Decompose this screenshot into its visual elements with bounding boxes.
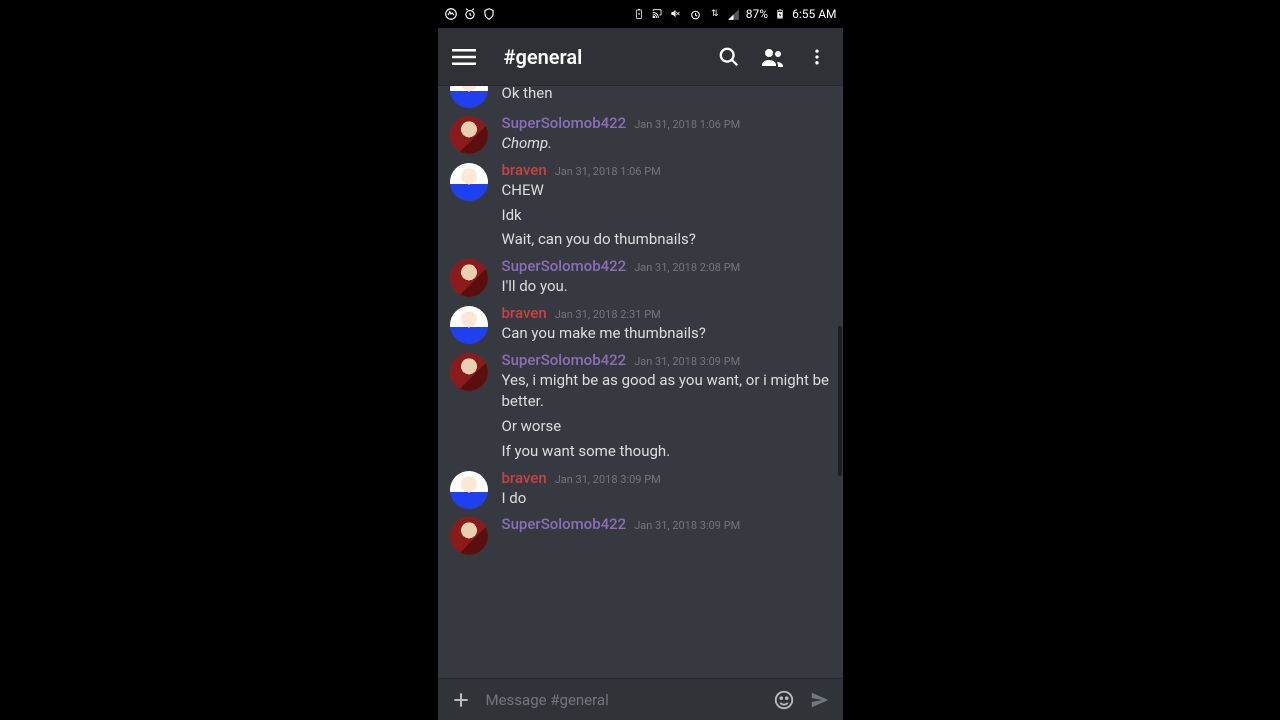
statusbar-right: ⇅ 87% 6:55 AM: [632, 7, 837, 21]
timestamp: Jan 31, 2018 1:06 PM: [634, 118, 740, 131]
add-attachment-button[interactable]: [450, 689, 472, 711]
avatar[interactable]: [450, 86, 488, 108]
message-meta: SuperSolomob422 Jan 31, 2018 1:06 PM: [502, 114, 831, 132]
message-group[interactable]: SuperSolomob422 Jan 31, 2018 2:08 PM I'll …: [438, 253, 843, 300]
app-icon: [444, 7, 458, 21]
message-group[interactable]: braven Jan 31, 2018 1:06 PM CHEW IdkWait, c…: [438, 157, 843, 253]
alarm-set-icon: [689, 7, 703, 21]
username[interactable]: SuperSolomob422: [502, 351, 627, 369]
timestamp: Jan 31, 2018 2:31 PM: [555, 308, 661, 321]
message-text[interactable]: I do: [502, 488, 831, 510]
message-text[interactable]: Can you make me thumbnails?: [502, 323, 831, 345]
message-meta: braven Jan 31, 2018 2:31 PM: [502, 304, 831, 322]
avatar[interactable]: [450, 471, 488, 509]
message-input[interactable]: Message #general: [486, 691, 759, 709]
username[interactable]: SuperSolomob422: [502, 257, 627, 275]
avatar[interactable]: [450, 116, 488, 154]
message-content: SuperSolomob422 Jan 31, 2018 3:09 PM: [502, 515, 831, 555]
channel-title: #general: [504, 45, 697, 69]
message-text[interactable]: Chomp.: [502, 133, 831, 155]
message-group[interactable]: bravenJan 31, 2018 1:05 PMOk then: [438, 86, 843, 110]
username[interactable]: braven: [502, 304, 547, 322]
timestamp: Jan 31, 2018 3:09 PM: [634, 519, 740, 532]
battery-charging-icon: [773, 7, 787, 21]
message-meta: SuperSolomob422 Jan 31, 2018 3:09 PM: [502, 351, 831, 369]
clock-time: 6:55 AM: [792, 7, 836, 21]
phone-frame: ⇅ 87% 6:55 AM #general bravenJan 31, 2: [438, 0, 843, 720]
message-text[interactable]: CHEW: [502, 180, 831, 202]
timestamp: Jan 31, 2018 3:09 PM: [555, 473, 661, 486]
cast-icon: [651, 7, 665, 21]
message-content: braven Jan 31, 2018 3:09 PM I do: [502, 469, 831, 510]
message-content: bravenJan 31, 2018 1:05 PMOk then: [502, 86, 831, 108]
message-content: braven Jan 31, 2018 1:06 PM CHEW IdkWait, c…: [502, 161, 831, 251]
menu-button[interactable]: [452, 45, 476, 69]
members-button[interactable]: [761, 45, 785, 69]
message-content: SuperSolomob422 Jan 31, 2018 1:06 PM Chomp…: [502, 114, 831, 155]
mute-icon: [670, 7, 684, 21]
signal-icon: [727, 7, 741, 21]
timestamp: Jan 31, 2018 2:08 PM: [634, 261, 740, 274]
message-meta: braven Jan 31, 2018 3:09 PM: [502, 469, 831, 487]
timestamp: Jan 31, 2018 1:06 PM: [555, 165, 661, 178]
message-group[interactable]: braven Jan 31, 2018 3:09 PM I do: [438, 465, 843, 512]
battery-saver-icon: [632, 7, 646, 21]
statusbar: ⇅ 87% 6:55 AM: [438, 0, 843, 28]
more-button[interactable]: [805, 45, 829, 69]
message-group[interactable]: SuperSolomob422 Jan 31, 2018 1:06 PM Chomp…: [438, 110, 843, 157]
message-group[interactable]: SuperSolomob422 Jan 31, 2018 3:09 PM Yes, …: [438, 347, 843, 465]
message-group[interactable]: braven Jan 31, 2018 2:31 PM Can you make m…: [438, 300, 843, 347]
message-content: SuperSolomob422 Jan 31, 2018 3:09 PM Yes, …: [502, 351, 831, 463]
avatar[interactable]: [450, 517, 488, 555]
channel-header: #general: [438, 28, 843, 86]
message-content: braven Jan 31, 2018 2:31 PM Can you make m…: [502, 304, 831, 345]
username[interactable]: braven: [502, 161, 547, 179]
message-text[interactable]: Or worse: [502, 416, 831, 438]
avatar[interactable]: [450, 353, 488, 391]
message-meta: braven Jan 31, 2018 1:06 PM: [502, 161, 831, 179]
message-list[interactable]: bravenJan 31, 2018 1:05 PMOk then SuperSo…: [438, 86, 843, 678]
message-text[interactable]: Wait, can you do thumbnails?: [502, 229, 831, 251]
avatar[interactable]: [450, 163, 488, 201]
message-text[interactable]: If you want some though.: [502, 441, 831, 463]
avatar[interactable]: [450, 306, 488, 344]
battery-percent: 87%: [746, 7, 768, 21]
emoji-button[interactable]: [773, 689, 795, 711]
username[interactable]: braven: [502, 469, 547, 487]
message-meta: SuperSolomob422 Jan 31, 2018 2:08 PM: [502, 257, 831, 275]
message-group[interactable]: SuperSolomob422 Jan 31, 2018 3:09 PM: [438, 511, 843, 557]
message-text[interactable]: Yes, i might be as good as you want, or …: [502, 370, 831, 414]
message-content: SuperSolomob422 Jan 31, 2018 2:08 PM I'll …: [502, 257, 831, 298]
message-text[interactable]: Ok then: [502, 86, 831, 105]
message-input-bar: Message #general: [438, 678, 843, 720]
send-button[interactable]: [809, 689, 831, 711]
statusbar-left: [444, 7, 496, 21]
shield-icon: [482, 7, 496, 21]
username[interactable]: SuperSolomob422: [502, 114, 627, 132]
data-icon: ⇅: [708, 7, 722, 21]
avatar[interactable]: [450, 259, 488, 297]
timestamp: Jan 31, 2018 3:09 PM: [634, 355, 740, 368]
username[interactable]: SuperSolomob422: [502, 515, 627, 533]
scrollbar[interactable]: [838, 326, 842, 476]
message-text[interactable]: Idk: [502, 205, 831, 227]
message-text[interactable]: I'll do you.: [502, 276, 831, 298]
alarm-icon: [463, 7, 477, 21]
search-button[interactable]: [717, 45, 741, 69]
message-meta: SuperSolomob422 Jan 31, 2018 3:09 PM: [502, 515, 831, 533]
